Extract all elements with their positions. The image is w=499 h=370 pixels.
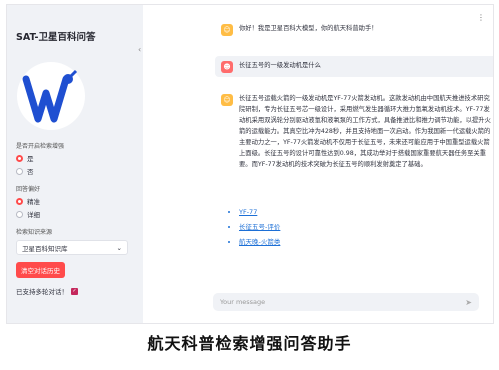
radio-icon <box>16 167 23 175</box>
send-icon[interactable]: ➤ <box>465 298 472 307</box>
assistant-greeting: ☺ 你好！我是卫星百科大模型，你的航天科普助手！ <box>221 23 491 36</box>
radio-no[interactable]: 否 <box>16 166 134 176</box>
app-title: SAT-卫星百科问答 <box>16 32 96 43</box>
chevron-down-icon: ⌄ <box>116 243 122 252</box>
retrieval-toggle-label: 是否开启检索增强 <box>16 143 65 150</box>
user-message: ☻ 长征五号的一级发动机是什么 <box>215 56 493 77</box>
reference-link[interactable]: YF-77 <box>239 208 280 216</box>
reference-links: YF-77 长征五号-评价 航天晚-火箭类 <box>239 208 280 251</box>
radio-yes[interactable]: 是 <box>16 153 134 163</box>
message-input[interactable]: Your message ➤ <box>213 293 479 311</box>
radio-icon <box>16 154 23 162</box>
radio-icon <box>16 210 23 218</box>
menu-icon[interactable]: ⋮ <box>477 13 485 22</box>
knowledge-source-label: 检索知识来源 <box>16 229 53 236</box>
check-icon: ✓ <box>71 287 78 295</box>
assistant-answer: ☺ 长征五号运载火箭的一级发动机是YF-77火箭发动机。这款发动机由中国航天推进… <box>221 93 491 170</box>
radio-detailed[interactable]: 详细 <box>16 209 134 219</box>
multi-turn-note: 已支持多轮对话！ ✓ <box>16 287 78 296</box>
knowledge-source-select[interactable]: 卫星百科知识库 ⌄ <box>16 240 128 255</box>
figure-caption: 航天科普检索增强问答助手 <box>147 334 352 353</box>
bot-avatar-icon: ☺ <box>221 24 233 36</box>
reference-link[interactable]: 长征五号-评价 <box>239 221 280 231</box>
sidebar: SAT-卫星百科问答 是否开启检索增强 是 否 回答偏好 精准 详细 检索知识来… <box>7 5 143 323</box>
clear-history-button[interactable]: 清空对话历史 <box>16 262 65 278</box>
app-window: SAT-卫星百科问答 是否开启检索增强 是 否 回答偏好 精准 详细 检索知识来… <box>6 4 494 324</box>
chat-area: ⋮ ☺ 你好！我是卫星百科大模型，你的航天科普助手！ ☻ 长征五号的一级发动机是… <box>143 5 493 323</box>
bot-avatar-icon: ☺ <box>221 94 233 106</box>
user-avatar-icon: ☻ <box>221 61 233 73</box>
radio-precise[interactable]: 精准 <box>16 196 134 206</box>
reference-link[interactable]: 航天晚-火箭类 <box>239 236 280 246</box>
collapse-sidebar-icon[interactable]: ‹ <box>138 45 141 54</box>
satellite-logo <box>17 62 85 130</box>
answer-preference-label: 回答偏好 <box>16 186 41 193</box>
radio-icon <box>16 197 23 205</box>
